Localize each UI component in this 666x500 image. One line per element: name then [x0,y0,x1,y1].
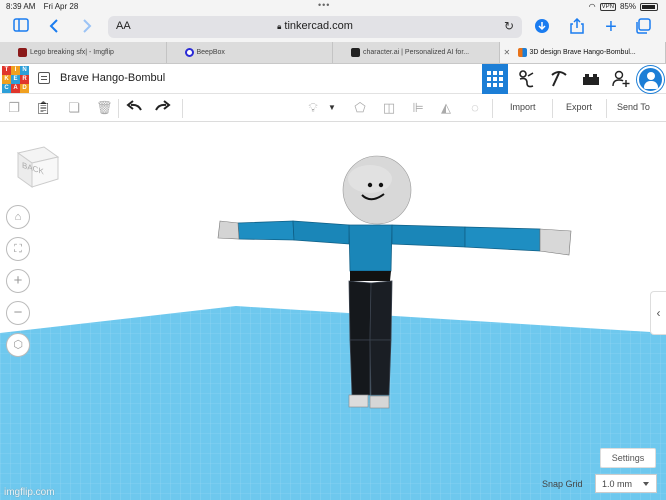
character-arms [217,220,572,256]
align-icon[interactable]: ⊫ [410,100,426,116]
paste-icon[interactable]: 📋︎ [35,100,52,116]
battery-icon [640,2,658,11]
tab-label: character.ai | Personalized AI for... [363,49,470,56]
reload-icon[interactable]: ↻ [504,19,514,33]
send-to-button[interactable]: Send To [617,102,650,112]
character-head [342,155,412,225]
wifi-icon: ◠ [588,2,596,11]
shapes-panel-toggle[interactable]: ‹ [650,291,666,335]
tab-tinkercad[interactable]: ✕ 3D design Brave Hango-Bombul... [499,42,666,63]
design-menu-icon[interactable] [38,72,50,84]
home-view-icon[interactable]: ⌂ [6,205,30,229]
project-title[interactable]: Brave Hango-Bombul [60,72,165,84]
import-button[interactable]: Import [510,102,536,112]
zoom-out-icon[interactable]: − [6,301,30,325]
url-text: tinkercad.com [284,20,353,32]
ungroup-icon[interactable]: ◫ [381,100,397,116]
imgflip-watermark: imgflip.com [4,487,55,498]
logo-letter: R [20,75,29,84]
copy-icon[interactable]: ❐ [6,100,22,116]
chevron-down-icon[interactable]: ▼ [324,100,340,116]
lego-brick-button[interactable] [578,64,604,94]
tinkercad-header: T I N K E R C A D Brave Hango-Bombul [0,64,666,94]
grid-icon [487,71,503,87]
tab-imgflip[interactable]: Lego breaking sfx| - Imgflip [0,42,167,63]
character-belt [350,271,391,281]
back-icon[interactable] [45,18,63,36]
bricks-button[interactable] [546,64,572,94]
download-icon[interactable] [533,18,551,36]
invite-user-button[interactable] [608,64,634,94]
tab-label: 3D design Brave Hango-Bombul... [529,49,636,56]
workplane-scene[interactable] [0,123,666,500]
address-bar[interactable]: AA 🔒︎ tinkercad.com ↻ [108,16,522,38]
status-bar: 8:39 AM Fri Apr 28 ••• ◠ VPN 85% [0,0,666,12]
lightbulb-icon[interactable]: 💡︎ [305,100,321,116]
group-icon[interactable]: ⬠ [352,100,368,116]
tab-bar: Lego breaking sfx| - Imgflip BeepBox cha… [0,42,666,64]
add-user-icon [612,70,630,87]
imgflip-favicon-icon [18,48,27,57]
logo-letter: E [11,75,20,84]
vpn-badge: VPN [599,2,616,11]
character-torso [348,224,393,272]
workplane-grid[interactable] [0,306,666,500]
logo-letter: K [2,75,11,84]
character-legs [348,280,393,409]
multitask-dots[interactable]: ••• [318,0,330,10]
perspective-icon[interactable]: ⬡ [6,333,30,357]
logo-letter: C [2,84,11,93]
beepbox-favicon-icon [184,48,194,57]
logo-letter: A [11,84,20,93]
new-tab-icon[interactable]: + [602,17,620,37]
tab-beepbox[interactable]: BeepBox [167,42,333,63]
blocks-button[interactable] [514,64,540,94]
status-date: Fri Apr 28 [43,2,79,11]
tab-characterai[interactable]: character.ai | Personalized AI for... [333,42,500,63]
logo-letter: D [20,84,29,93]
duplicate-icon[interactable]: ❏ [66,100,82,116]
characterai-favicon-icon [351,48,360,57]
snap-grid-label: Snap Grid [542,479,583,489]
tab-label: BeepBox [196,49,225,56]
redo-icon[interactable] [155,100,171,116]
logo-letter: I [11,66,20,75]
close-tab-icon[interactable]: ✕ [504,48,511,57]
zoom-in-icon[interactable]: + [6,269,30,293]
cruise-icon[interactable]: ◌ [467,100,483,116]
lock-icon: 🔒︎ [277,22,282,31]
delete-icon[interactable]: 🗑︎ [96,100,113,116]
sidebar-icon[interactable] [12,18,30,36]
tinkercad-favicon-icon [517,48,527,57]
settings-button[interactable]: Settings [600,448,656,468]
forward-icon[interactable] [78,18,96,36]
logo-letter: N [20,66,29,75]
tinkercad-logo[interactable]: T I N K E R C A D [2,66,29,93]
status-time: 8:39 AM [6,2,36,11]
battery-percent: 85% [619,2,636,11]
user-avatar[interactable] [637,66,664,93]
logo-letter: T [2,66,11,75]
tab-label: Lego breaking sfx| - Imgflip [30,49,114,56]
edit-toolbar: ❐ 📋︎ ❏ 🗑︎ 💡︎ ▼ ⬠ ◫ ⊫ ◭ ◌ Import Export S… [0,95,666,122]
snap-grid-select[interactable]: 1.0 mm [595,474,657,493]
3d-view-button[interactable] [482,64,508,94]
3d-workspace[interactable]: BACK ⌂ ⛶ + − ⬡ ‹ Settings Snap Grid 1.0 … [0,123,666,500]
undo-icon[interactable] [126,100,142,116]
brick-icon [583,74,599,85]
blocks-icon [519,70,534,88]
mirror-icon[interactable]: ◭ [438,100,454,116]
pickaxe-icon [551,71,567,87]
share-icon[interactable] [568,17,586,36]
export-button[interactable]: Export [566,102,592,112]
tabs-overview-icon[interactable] [634,18,652,36]
browser-toolbar: AA 🔒︎ tinkercad.com ↻ + [0,12,666,42]
view-cube[interactable]: BACK [14,143,60,188]
fit-view-icon[interactable]: ⛶ [6,237,30,261]
